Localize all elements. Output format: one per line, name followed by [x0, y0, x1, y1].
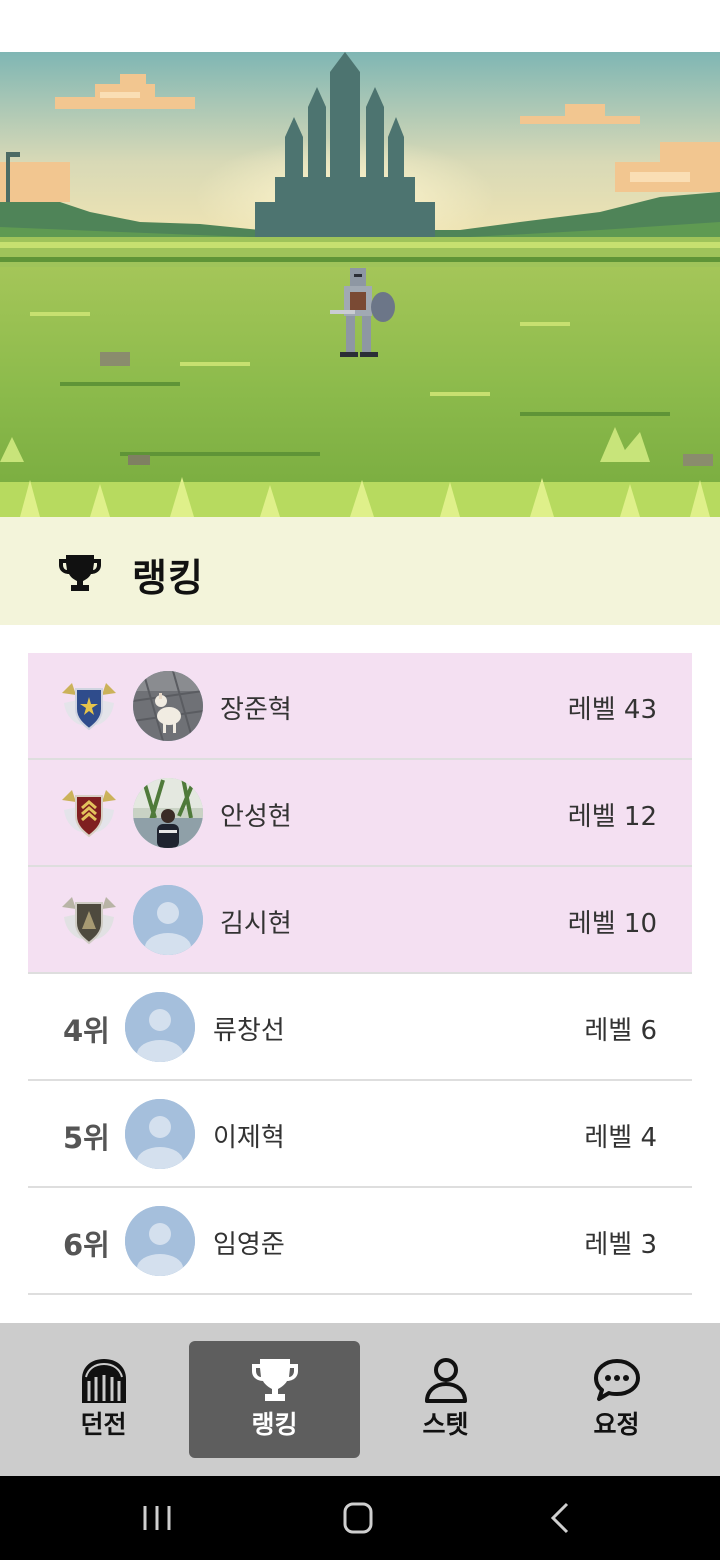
avatar[interactable]	[125, 992, 195, 1062]
hero-banner-image	[0, 52, 720, 517]
ranking-row-2[interactable]: 안성현 레벨 12	[28, 760, 692, 867]
default-avatar-icon	[125, 1099, 195, 1169]
trophy-icon	[59, 555, 101, 591]
player-level: 레벨 12	[567, 802, 657, 832]
ranking-row-4[interactable]: 4위 류창선 레벨 6	[28, 974, 692, 1081]
nav-label: 랭킹	[251, 1410, 298, 1439]
nav-label: 던전	[80, 1410, 127, 1439]
player-name: 장준혁	[220, 695, 292, 725]
player-name: 이제혁	[213, 1123, 285, 1153]
default-avatar-icon	[125, 992, 195, 1062]
recent-apps-icon[interactable]	[137, 1500, 177, 1536]
player-level: 레벨 3	[584, 1230, 657, 1260]
ranking-list[interactable]: 장준혁 레벨 43 안성현 레벨 12 김시현 레벨 10 4위 류창선 레벨 …	[28, 653, 692, 1295]
rank-number: 6위	[63, 1228, 110, 1262]
nav-label: 요정	[593, 1410, 640, 1439]
nav-item-dungeon[interactable]: 던전	[18, 1341, 189, 1458]
player-level: 레벨 43	[567, 695, 657, 725]
nav-item-ranking[interactable]: 랭킹	[189, 1341, 360, 1458]
rank-number: 5위	[63, 1121, 110, 1155]
avatar[interactable]	[125, 1099, 195, 1169]
back-icon[interactable]	[541, 1500, 581, 1536]
ranking-row-6[interactable]: 6위 임영준 레벨 3	[28, 1188, 692, 1295]
default-avatar-icon	[125, 1206, 195, 1276]
gold-shield-badge-icon	[62, 683, 116, 731]
dungeon-gate-icon	[81, 1359, 126, 1403]
nav-label: 스텟	[422, 1410, 469, 1439]
person-icon	[424, 1358, 467, 1403]
avatar[interactable]	[125, 1206, 195, 1276]
nav-item-fairy[interactable]: 요정	[531, 1341, 702, 1458]
person-photo-image	[133, 778, 203, 848]
avatar[interactable]	[133, 671, 203, 741]
ranking-row-5[interactable]: 5위 이제혁 레벨 4	[28, 1081, 692, 1188]
trophy-icon	[251, 1359, 298, 1401]
system-navigation-bar	[0, 1476, 720, 1560]
ranking-row-1[interactable]: 장준혁 레벨 43	[28, 653, 692, 760]
avatar[interactable]	[133, 778, 203, 848]
default-avatar-icon	[133, 885, 203, 955]
ranking-header: 랭킹	[0, 517, 720, 625]
player-name: 임영준	[213, 1230, 285, 1260]
bronze-shield-badge-icon	[62, 897, 116, 945]
player-name: 안성현	[220, 802, 292, 832]
page-title: 랭킹	[132, 556, 204, 600]
ranking-row-3[interactable]: 김시현 레벨 10	[28, 867, 692, 974]
player-level: 레벨 4	[584, 1123, 657, 1153]
player-level: 레벨 10	[567, 909, 657, 939]
player-name: 김시현	[220, 909, 292, 939]
nav-item-stats[interactable]: 스텟	[360, 1341, 531, 1458]
dog-photo-image	[133, 671, 203, 741]
chat-bubble-icon	[593, 1359, 640, 1401]
silver-shield-badge-icon	[62, 790, 116, 838]
player-level: 레벨 6	[584, 1016, 657, 1046]
rank-number: 4위	[63, 1014, 110, 1048]
player-name: 류창선	[213, 1016, 285, 1046]
status-bar	[0, 0, 720, 52]
bottom-navigation: 던전 랭킹 스텟 요정	[0, 1323, 720, 1476]
home-icon[interactable]	[338, 1500, 378, 1536]
avatar[interactable]	[133, 885, 203, 955]
